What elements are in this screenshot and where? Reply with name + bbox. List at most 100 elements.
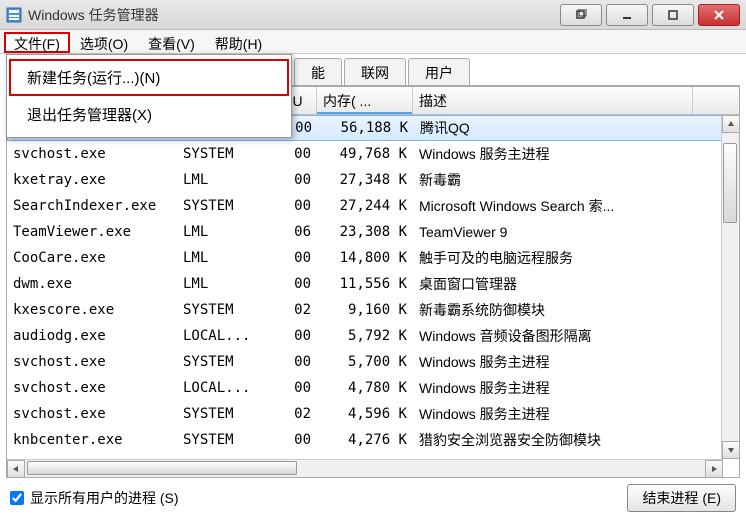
cell-cpu: 00 [267,326,317,346]
menu-item-new-task[interactable]: 新建任务(运行...)(N) [9,59,289,96]
vertical-scrollbar[interactable] [721,115,739,459]
cell-user: SYSTEM [177,404,267,424]
cell-name: svchost.exe [7,404,177,424]
menu-options[interactable]: 选项(O) [70,32,138,53]
vscroll-thumb[interactable] [723,143,737,223]
cell-user: LOCAL... [177,326,267,346]
minimize-button[interactable] [606,4,648,26]
cell-cpu: 06 [267,222,317,242]
col-memory[interactable]: 内存( ... [317,87,413,114]
cell-cpu: 00 [267,274,317,294]
cell-memory: 27,348 K [317,170,413,190]
cell-description: Windows 服务主进程 [413,350,693,374]
cell-description: 腾讯QQ [414,116,694,140]
cell-name: SearchIndexer.exe [7,196,177,216]
table-row[interactable]: TeamViewer.exeLML0623,308 KTeamViewer 9 [7,219,739,245]
cell-name: knbcenter.exe [7,430,177,450]
menu-help[interactable]: 帮助(H) [205,32,272,53]
cell-description: 猎豹安全浏览器安全防御模块 [413,428,693,452]
scroll-up-icon[interactable] [722,115,740,133]
cell-name: svchost.exe [7,352,177,372]
table-row[interactable]: svchost.exeSYSTEM005,700 KWindows 服务主进程 [7,349,739,375]
cell-memory: 11,556 K [317,274,413,294]
cell-memory: 49,768 K [317,144,413,164]
cell-name: svchost.exe [7,144,177,164]
table-row[interactable]: CooCare.exeLML0014,800 K触手可及的电脑远程服务 [7,245,739,271]
table-body: QQ.exeLML0056,188 K腾讯QQsvchost.exeSYSTEM… [7,115,739,455]
cell-description: Windows 服务主进程 [413,376,693,400]
menu-view[interactable]: 查看(V) [138,32,205,53]
footer: 显示所有用户的进程 (S) 结束进程 (E) [0,478,746,518]
cell-description: 新毒霸系统防御模块 [413,298,693,322]
tab-performance[interactable]: 能 [294,58,342,85]
cell-description: Windows 音频设备图形隔离 [413,324,693,348]
show-all-users-label: 显示所有用户的进程 (S) [30,488,179,508]
table-row[interactable]: SearchIndexer.exeSYSTEM0027,244 KMicroso… [7,193,739,219]
window-title: Windows 任务管理器 [28,5,556,25]
cell-user: SYSTEM [177,144,267,164]
cell-name: TeamViewer.exe [7,222,177,242]
table-row[interactable]: kxescore.exeSYSTEM029,160 K新毒霸系统防御模块 [7,297,739,323]
cell-name: kxescore.exe [7,300,177,320]
process-table: CPU 内存( ... 描述 QQ.exeLML0056,188 K腾讯QQsv… [6,86,740,478]
cell-user: LML [177,170,267,190]
cell-description: Microsoft Windows Search 索... [413,194,693,218]
cell-user: SYSTEM [177,430,267,450]
table-row[interactable]: svchost.exeSYSTEM0049,768 KWindows 服务主进程 [7,141,739,167]
close-button[interactable] [698,4,740,26]
cell-cpu: 00 [267,430,317,450]
cell-memory: 27,244 K [317,196,413,216]
cell-user: LOCAL... [177,378,267,398]
cell-name: svchost.exe [7,378,177,398]
tab-users[interactable]: 用户 [408,58,470,85]
menu-item-exit[interactable]: 退出任务管理器(X) [9,96,289,133]
table-row[interactable]: audiodg.exeLOCAL...005,792 KWindows 音频设备… [7,323,739,349]
app-icon [6,7,22,23]
cell-memory: 9,160 K [317,300,413,320]
cell-memory: 56,188 K [318,118,414,138]
table-row[interactable]: kxetray.exeLML0027,348 K新毒霸 [7,167,739,193]
end-process-button[interactable]: 结束进程 (E) [627,484,736,512]
window-controls [556,4,740,26]
cell-description: TeamViewer 9 [413,222,693,242]
cell-description: 桌面窗口管理器 [413,272,693,296]
show-all-users-checkbox[interactable]: 显示所有用户的进程 (S) [10,488,179,508]
cell-user: SYSTEM [177,300,267,320]
cell-user: LML [177,274,267,294]
cell-memory: 5,700 K [317,352,413,372]
col-description[interactable]: 描述 [413,87,693,114]
table-row[interactable]: svchost.exeLOCAL...004,780 KWindows 服务主进… [7,375,739,401]
file-menu-dropdown: 新建任务(运行...)(N) 退出任务管理器(X) [6,54,292,138]
cell-cpu: 02 [267,300,317,320]
cell-cpu: 00 [267,352,317,372]
hscroll-thumb[interactable] [27,461,297,475]
cell-memory: 23,308 K [317,222,413,242]
table-row[interactable]: knbcenter.exeSYSTEM004,276 K猎豹安全浏览器安全防御模… [7,427,739,453]
titlebar: Windows 任务管理器 [0,0,746,30]
show-all-users-input[interactable] [10,491,24,505]
horizontal-scrollbar[interactable] [7,459,723,477]
scroll-left-icon[interactable] [7,460,25,478]
cell-user: LML [177,222,267,242]
cell-description: Windows 服务主进程 [413,142,693,166]
cell-name: kxetray.exe [7,170,177,190]
table-row[interactable]: dwm.exeLML0011,556 K桌面窗口管理器 [7,271,739,297]
maximize-button[interactable] [652,4,694,26]
menubar: 文件(F) 选项(O) 查看(V) 帮助(H) [0,30,746,54]
cell-memory: 14,800 K [317,248,413,268]
restore-button[interactable] [560,4,602,26]
cell-memory: 5,792 K [317,326,413,346]
tab-networking[interactable]: 联网 [344,58,406,85]
cell-description: Windows 服务主进程 [413,402,693,426]
cell-memory: 4,276 K [317,430,413,450]
cell-cpu: 00 [267,378,317,398]
scroll-right-icon[interactable] [705,460,723,478]
cell-memory: 4,780 K [317,378,413,398]
table-row[interactable]: svchost.exeSYSTEM024,596 KWindows 服务主进程 [7,401,739,427]
cell-name: dwm.exe [7,274,177,294]
menu-file[interactable]: 文件(F) [4,32,70,53]
cell-cpu: 02 [267,404,317,424]
cell-user: SYSTEM [177,352,267,372]
cell-cpu: 00 [267,248,317,268]
scroll-down-icon[interactable] [722,441,740,459]
